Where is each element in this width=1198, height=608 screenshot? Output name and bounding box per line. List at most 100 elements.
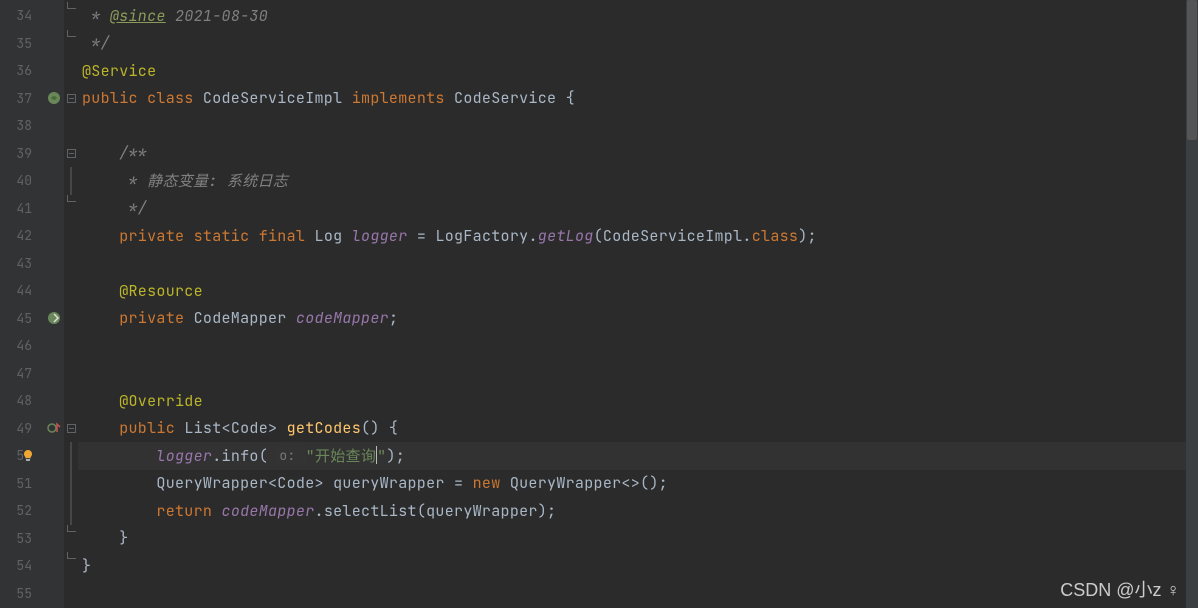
line-number: 53 — [2, 530, 32, 547]
code-line[interactable] — [78, 580, 1198, 608]
token-kw: new — [473, 473, 510, 493]
gutter-line[interactable]: 52 — [0, 497, 64, 525]
gutter-line[interactable]: 51 — [0, 470, 64, 498]
fold-collapse-icon[interactable] — [67, 149, 76, 158]
token-field: logger — [156, 446, 212, 466]
fold-cell[interactable] — [64, 360, 78, 388]
gutter-line[interactable]: 37 — [0, 85, 64, 113]
impl-icon[interactable] — [46, 310, 62, 326]
fold-cell[interactable] — [64, 140, 78, 168]
token-type — [82, 528, 119, 548]
token-comment: 2021-08-30 — [166, 6, 268, 26]
token-punct: ); — [386, 446, 405, 466]
fold-cell[interactable] — [64, 470, 78, 498]
token-kw: return — [156, 501, 221, 521]
token-punct: ( — [594, 226, 603, 246]
code-line[interactable] — [78, 332, 1198, 360]
gutter-line[interactable]: 39 — [0, 140, 64, 168]
gutter-line[interactable]: 38 — [0, 112, 64, 140]
fold-collapse-icon[interactable] — [67, 94, 76, 103]
gutter-line[interactable]: 48 — [0, 387, 64, 415]
token-kw: private static final — [119, 226, 314, 246]
code-line[interactable]: */ — [78, 30, 1198, 58]
gutter-line[interactable]: 54 — [0, 552, 64, 580]
code-line[interactable]: /** — [78, 140, 1198, 168]
scrollbar[interactable] — [1186, 0, 1198, 608]
fold-cell[interactable] — [64, 112, 78, 140]
bulb-icon[interactable] — [20, 448, 36, 464]
gutter-line[interactable]: 41 — [0, 195, 64, 223]
fold-area[interactable] — [64, 0, 78, 608]
code-line[interactable]: private CodeMapper codeMapper; — [78, 305, 1198, 333]
token-type — [82, 143, 119, 163]
fold-cell[interactable] — [64, 250, 78, 278]
fold-cell[interactable] — [64, 387, 78, 415]
code-line[interactable]: public class CodeServiceImpl implements … — [78, 85, 1198, 113]
fold-cell[interactable] — [64, 332, 78, 360]
code-line[interactable]: } — [78, 525, 1198, 553]
token-punct: .selectList(queryWrapper); — [315, 501, 557, 521]
fold-cell[interactable] — [64, 277, 78, 305]
fold-cell[interactable] — [64, 305, 78, 333]
token-kw: implements — [352, 88, 454, 108]
fold-collapse-icon[interactable] — [67, 424, 76, 433]
token-type — [82, 473, 156, 493]
gutter-line[interactable]: 45 — [0, 305, 64, 333]
fold-end-icon — [67, 2, 76, 9]
code-line[interactable]: */ — [78, 195, 1198, 223]
code-area[interactable]: * @since 2021-08-30 */@Servicepublic cla… — [78, 0, 1198, 608]
scroll-thumb[interactable] — [1187, 0, 1197, 140]
code-line[interactable]: @Service — [78, 57, 1198, 85]
gutter-line[interactable]: 47 — [0, 360, 64, 388]
gutter-line[interactable]: 46 — [0, 332, 64, 360]
code-line[interactable]: @Override — [78, 387, 1198, 415]
fold-cell[interactable] — [64, 415, 78, 443]
gutter-line[interactable]: 53 — [0, 525, 64, 553]
code-line[interactable]: * @since 2021-08-30 — [78, 2, 1198, 30]
code-line[interactable]: return codeMapper.selectList(queryWrappe… — [78, 497, 1198, 525]
code-line[interactable] — [78, 112, 1198, 140]
fold-cell[interactable] — [64, 222, 78, 250]
fold-cell[interactable] — [64, 30, 78, 58]
gutter-line[interactable]: 43 — [0, 250, 64, 278]
code-line[interactable]: private static final Log logger = LogFac… — [78, 222, 1198, 250]
fold-cell[interactable] — [64, 2, 78, 30]
gutter-line[interactable]: 36 — [0, 57, 64, 85]
line-number: 48 — [2, 392, 32, 409]
code-line[interactable] — [78, 250, 1198, 278]
code-line[interactable]: @Resource — [78, 277, 1198, 305]
code-line[interactable]: } — [78, 552, 1198, 580]
fold-cell[interactable] — [64, 85, 78, 113]
code-line[interactable]: QueryWrapper<Code> queryWrapper = new Qu… — [78, 470, 1198, 498]
fold-cell[interactable] — [64, 57, 78, 85]
fold-cell[interactable] — [64, 167, 78, 195]
override-icon[interactable] — [46, 420, 62, 436]
gutter-line[interactable]: 55 — [0, 580, 64, 608]
code-line[interactable]: logger.info( o: "开始查询"); — [78, 442, 1198, 470]
gutter-line[interactable]: 40 — [0, 167, 64, 195]
gutter-line[interactable]: 49 — [0, 415, 64, 443]
fold-cell[interactable] — [64, 442, 78, 470]
code-line[interactable]: public List<Code> getCodes() { — [78, 415, 1198, 443]
fold-cell[interactable] — [64, 552, 78, 580]
token-field: codeMapper — [296, 308, 389, 328]
gutter-line[interactable]: 35 — [0, 30, 64, 58]
gutter-line[interactable]: 50 — [0, 442, 64, 470]
gutter-line[interactable]: 34 — [0, 2, 64, 30]
fold-cell[interactable] — [64, 497, 78, 525]
token-punct: ; — [389, 308, 398, 328]
line-number: 42 — [2, 227, 32, 244]
token-hint: o: — [277, 447, 305, 464]
gutter[interactable]: 3435363738 39 4041 42 4344454647 48 49505152 53… — [0, 0, 64, 608]
line-number: 39 — [2, 145, 32, 162]
code-editor[interactable]: 3435363738 39 4041 42 4344454647 48 49505152 53… — [0, 0, 1198, 608]
fold-cell[interactable] — [64, 580, 78, 608]
gutter-line[interactable]: 44 — [0, 277, 64, 305]
fold-cell[interactable] — [64, 195, 78, 223]
fold-cell[interactable] — [64, 525, 78, 553]
token-type — [82, 171, 119, 191]
bean-icon[interactable] — [46, 90, 62, 106]
code-line[interactable]: * 静态变量: 系统日志 — [78, 167, 1198, 195]
gutter-line[interactable]: 42 — [0, 222, 64, 250]
code-line[interactable] — [78, 360, 1198, 388]
